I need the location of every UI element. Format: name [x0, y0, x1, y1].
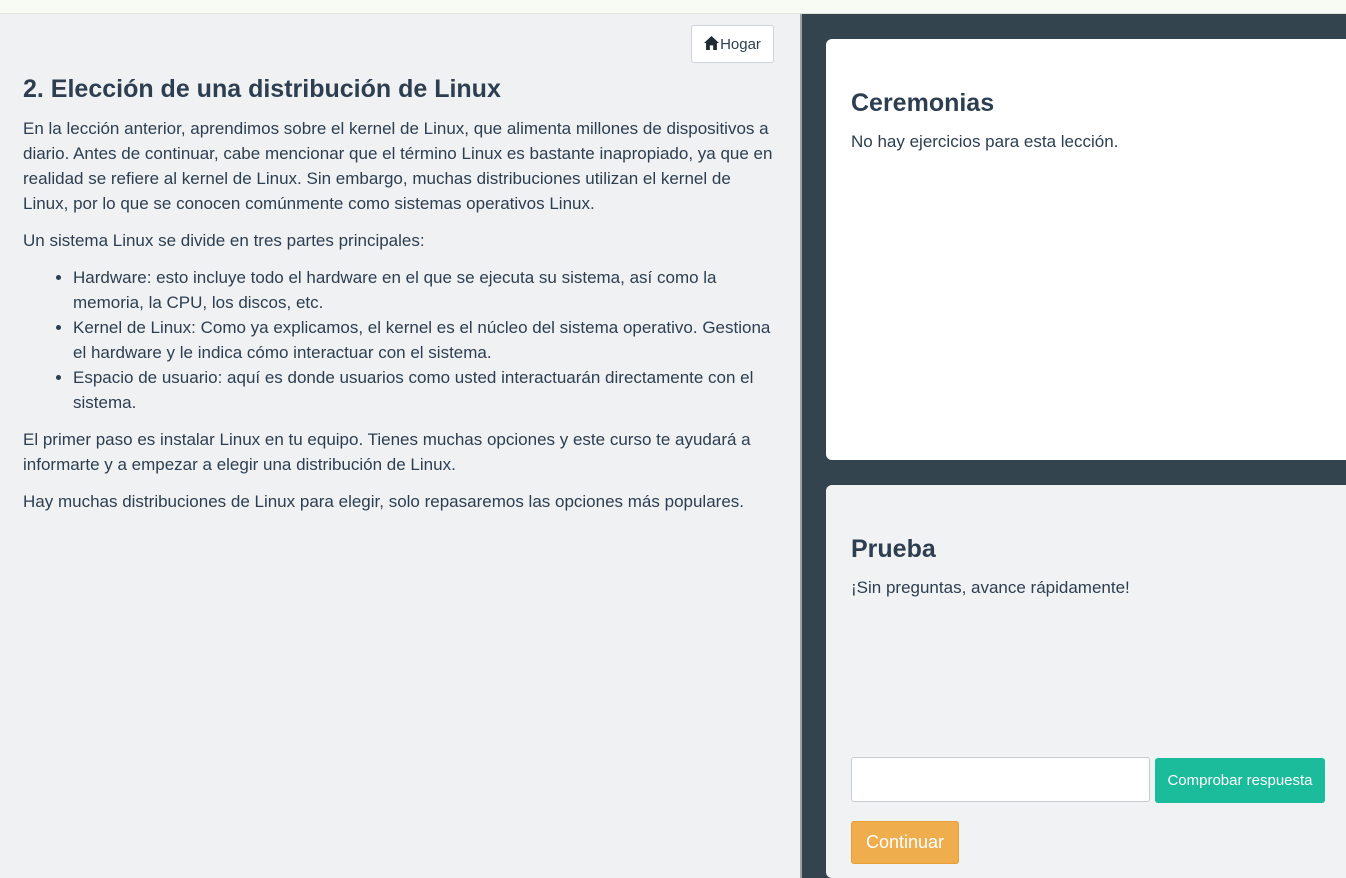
lesson-content: 2. Elección de una distribución de Linux…	[23, 72, 778, 526]
quiz-message: ¡Sin preguntas, avance rápidamente!	[851, 578, 1130, 597]
exercises-message: No hay ejercicios para esta lección.	[851, 132, 1119, 151]
lesson-paragraph: En la lección anterior, aprendimos sobre…	[23, 119, 773, 213]
check-answer-button[interactable]: Comprobar respuesta	[1155, 758, 1325, 803]
quiz-title: Prueba	[851, 535, 936, 563]
continue-button[interactable]: Continuar	[851, 821, 959, 864]
home-button[interactable]: Hogar	[691, 25, 774, 63]
answer-input[interactable]	[851, 757, 1150, 802]
lesson-paragraph: Un sistema Linux se divide en tres parte…	[23, 231, 425, 250]
home-button-label: Hogar	[720, 35, 761, 53]
top-strip	[0, 0, 1346, 14]
lesson-paragraph: Hay muchas distribuciones de Linux para …	[23, 492, 744, 511]
list-item: Espacio de usuario: aquí es donde usuari…	[73, 365, 778, 415]
quiz-card: Prueba ¡Sin preguntas, avance rápidament…	[826, 485, 1346, 878]
lesson-title: 2. Elección de una distribución de Linux	[23, 75, 501, 103]
exercises-title: Ceremonias	[851, 89, 995, 117]
list-item: Kernel de Linux: Como ya explicamos, el …	[73, 315, 778, 365]
home-icon	[704, 35, 720, 50]
lesson-paragraph: El primer paso es instalar Linux en tu e…	[23, 430, 751, 474]
exercises-card: Ceremonias No hay ejercicios para esta l…	[826, 39, 1346, 460]
lesson-list: Hardware: esto incluye todo el hardware …	[23, 265, 778, 415]
list-item: Hardware: esto incluye todo el hardware …	[73, 265, 778, 315]
